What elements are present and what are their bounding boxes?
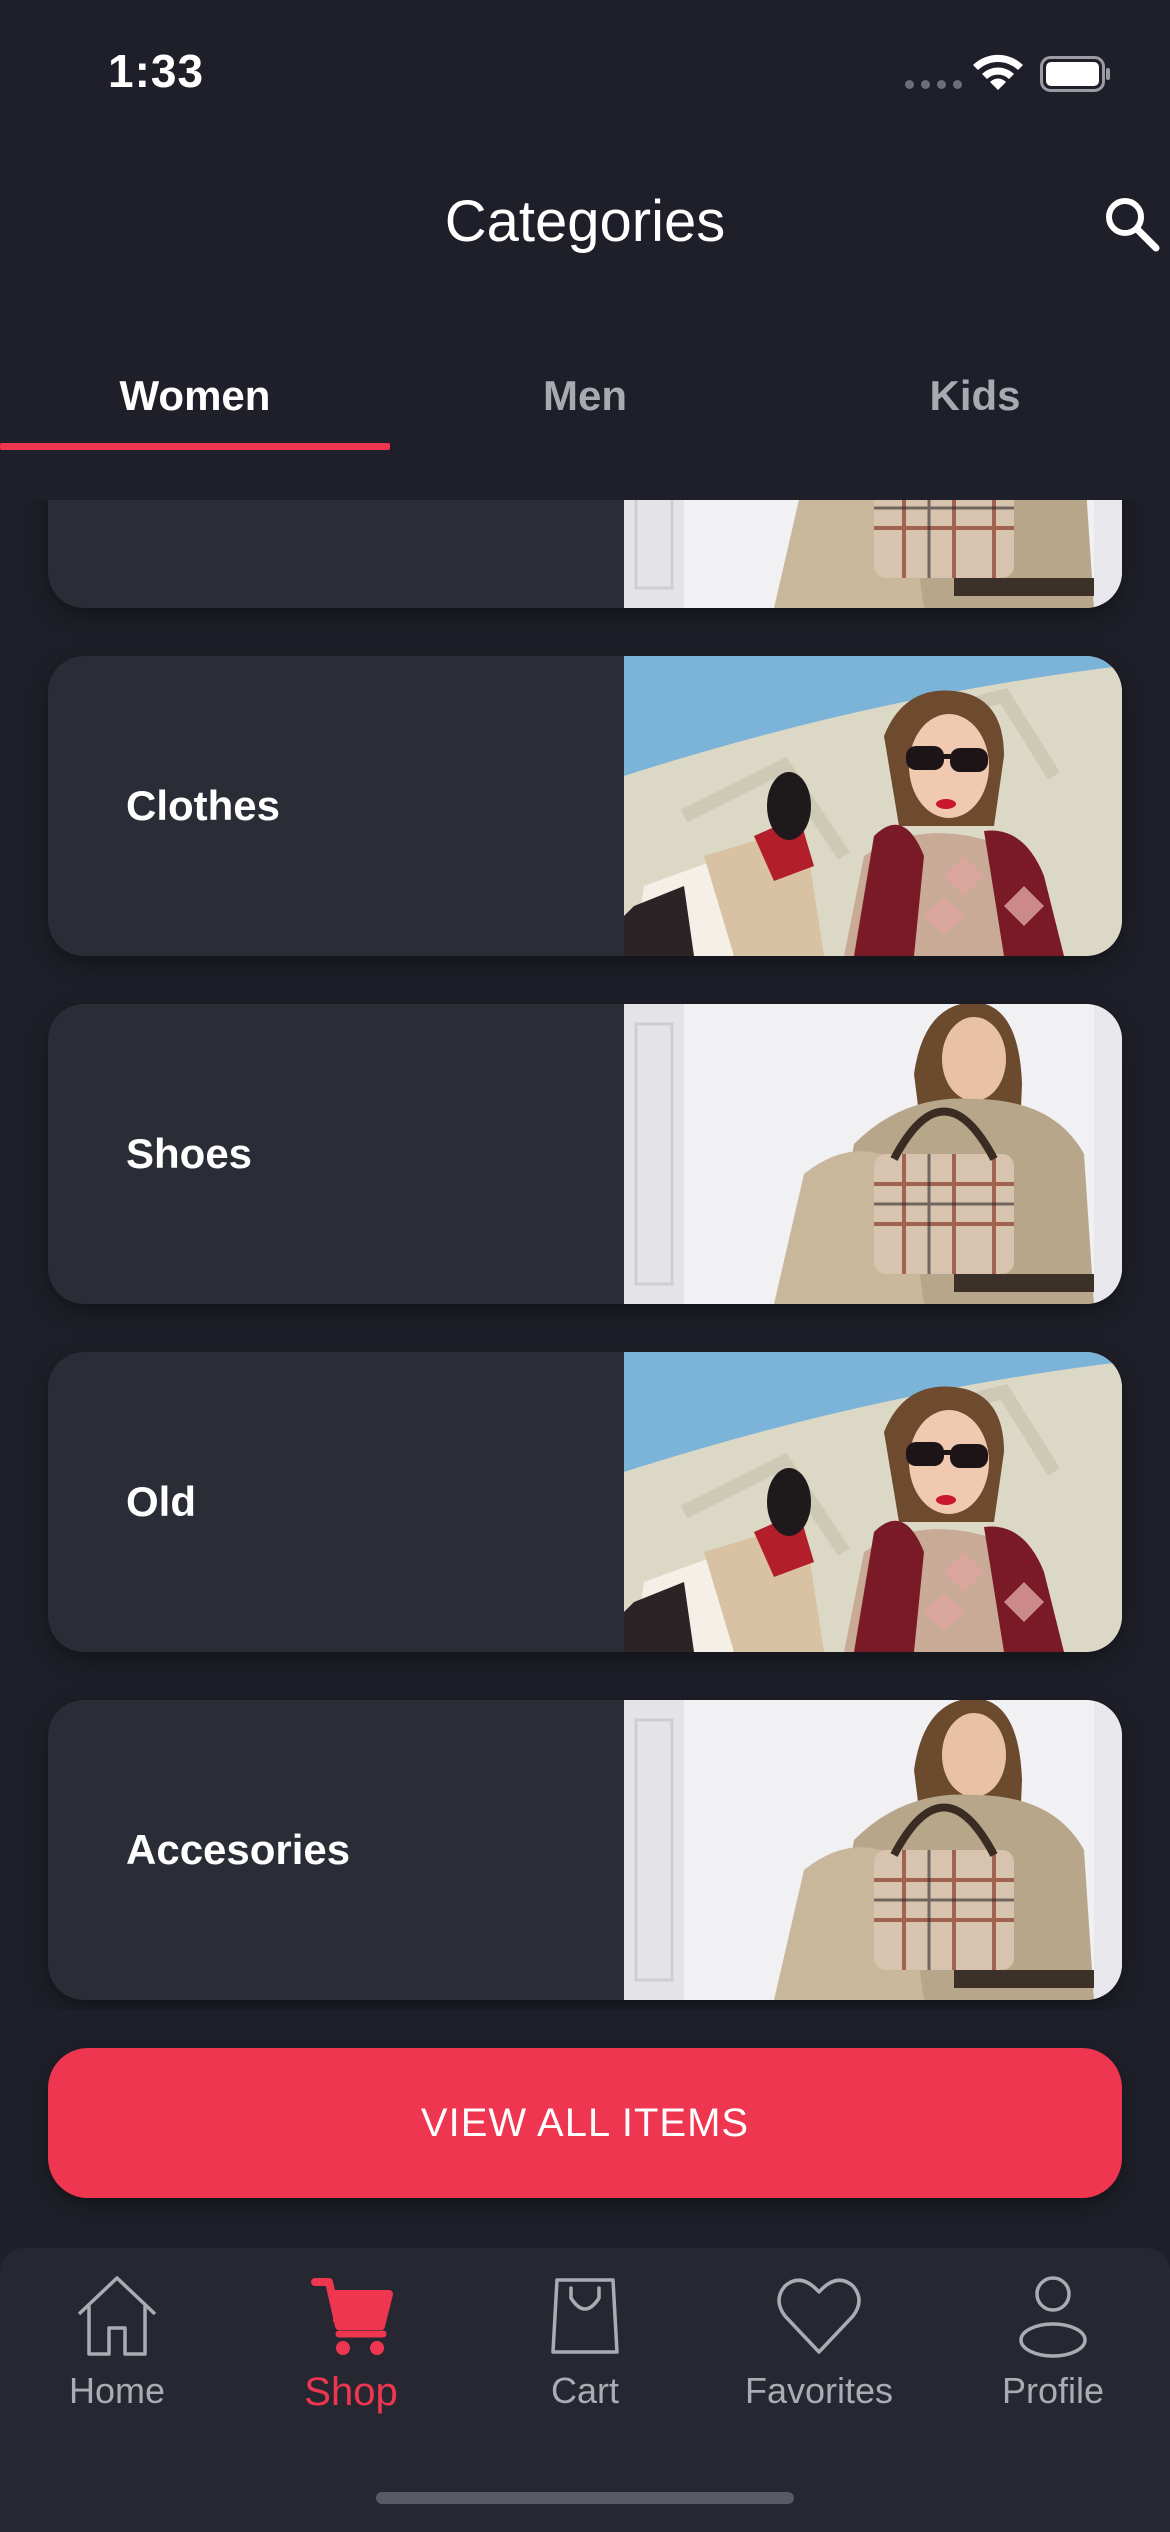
- status-bar: 1:33: [0, 0, 1170, 140]
- nav-profile[interactable]: Profile: [936, 2268, 1170, 2458]
- category-image: [624, 1352, 1122, 1652]
- nav-favorites[interactable]: Favorites: [702, 2268, 936, 2458]
- tab-women[interactable]: Women: [0, 340, 390, 452]
- category-image: [624, 1004, 1122, 1304]
- category-label: Old: [126, 1478, 196, 1525]
- nav-label: Home: [68, 2370, 166, 2411]
- category-card-clothes[interactable]: Clothes: [48, 656, 1122, 956]
- category-card-shoes[interactable]: Shoes: [48, 1004, 1122, 1304]
- category-tabs: Women Men Kids: [0, 340, 1170, 452]
- heart-icon: [777, 2278, 861, 2354]
- home-indicator[interactable]: [376, 2492, 794, 2504]
- nav-label: Shop: [304, 2370, 398, 2414]
- app-screen: 1:33 Categories Women Men Kids Clothes S…: [0, 0, 1170, 2532]
- cart-icon: [311, 2278, 393, 2355]
- bag-icon: [551, 2278, 619, 2354]
- page-title: Categories: [444, 189, 726, 254]
- status-time: 1:33: [108, 45, 205, 97]
- category-label: Accesories: [126, 1826, 351, 1873]
- profile-icon: [1019, 2276, 1087, 2358]
- tab-men[interactable]: Men: [390, 340, 780, 452]
- tab-indicator: [0, 443, 390, 450]
- category-card-accesories[interactable]: Accesories: [48, 1700, 1122, 2000]
- wifi-icon: [973, 54, 1023, 90]
- battery-icon: [1040, 56, 1110, 92]
- category-label: Shoes: [126, 1130, 253, 1177]
- category-card-partial[interactable]: [48, 500, 1122, 608]
- view-all-items-button[interactable]: VIEW ALL ITEMS: [48, 2048, 1122, 2198]
- bottom-navigation: Home Shop Cart Favorites Profile: [0, 2248, 1170, 2532]
- nav-home[interactable]: Home: [0, 2268, 234, 2458]
- nav-cart[interactable]: Cart: [468, 2268, 702, 2458]
- nav-label: Favorites: [744, 2370, 894, 2411]
- home-icon: [77, 2276, 157, 2356]
- category-image: [624, 1700, 1122, 2000]
- category-card-old[interactable]: Old: [48, 1352, 1122, 1652]
- cellular-signal-icon: [905, 80, 962, 89]
- nav-label: Profile: [1001, 2370, 1105, 2411]
- category-list[interactable]: Clothes Shoes Old Accesories: [0, 500, 1170, 2010]
- tab-kids[interactable]: Kids: [780, 340, 1170, 452]
- nav-shop[interactable]: Shop: [234, 2268, 468, 2458]
- nav-label: Cart: [550, 2370, 619, 2411]
- category-image: [624, 656, 1122, 956]
- category-label: Clothes: [126, 782, 281, 829]
- category-image: [624, 500, 1122, 608]
- search-icon[interactable]: [1100, 192, 1164, 256]
